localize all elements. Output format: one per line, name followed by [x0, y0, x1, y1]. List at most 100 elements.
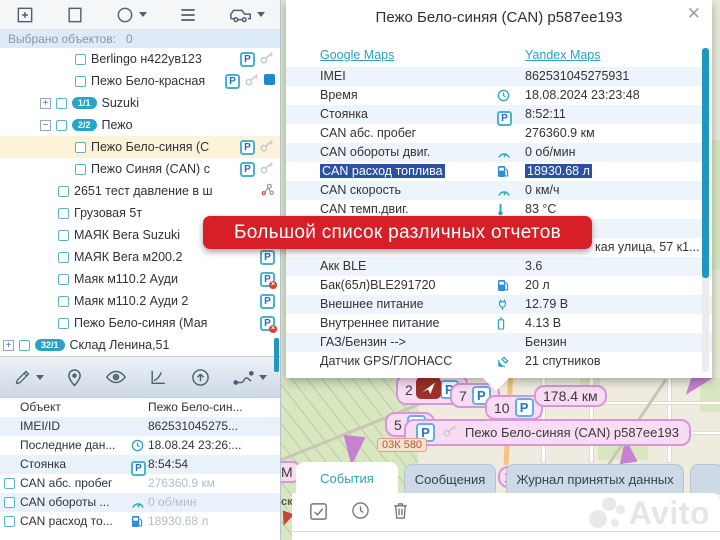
parking-icon: P	[240, 52, 255, 67]
parking-icon: P	[240, 140, 255, 155]
sensor-checkbox[interactable]	[4, 516, 15, 527]
add-object-icon[interactable]	[15, 5, 35, 25]
item-checkbox[interactable]	[58, 208, 69, 219]
tree-item[interactable]: МАЯК Вега м200.2 P	[0, 246, 280, 268]
location-icon[interactable]	[67, 368, 82, 387]
group-count-badge: 32/1	[35, 339, 65, 351]
detail-label: Последние дан...	[20, 436, 130, 455]
dropdown-caret-icon[interactable]	[259, 375, 267, 380]
item-checkbox[interactable]	[58, 318, 69, 329]
scrollbar-thumb[interactable]	[274, 338, 279, 372]
parking-icon: P	[260, 249, 275, 265]
marker-count: 178.4 км	[543, 388, 598, 404]
tree-item[interactable]: Пежо Синяя (CAN) сP	[0, 158, 280, 180]
vehicle-icon[interactable]	[229, 5, 265, 25]
tab-extra[interactable]	[690, 464, 720, 494]
tree-item[interactable]: Пежо Бело-синяя (СP	[0, 136, 280, 158]
app-screen: 2P7P10P178.4 км5PМ1PПежо Бело-синяя (CAN…	[0, 0, 720, 540]
tab-events[interactable]: События	[296, 462, 398, 494]
google-maps-link[interactable]: Google Maps	[320, 48, 394, 62]
expand-toggle-icon[interactable]: −	[40, 120, 51, 131]
shape-square-icon[interactable]	[65, 5, 85, 25]
key-icon	[259, 51, 275, 68]
tree-item-label: Пежо	[102, 118, 133, 132]
item-checkbox[interactable]	[56, 98, 67, 109]
item-status-icons: P	[240, 161, 275, 178]
tree-item[interactable]: Пежо Бело-синяя (МаяP×	[0, 312, 280, 334]
list-icon[interactable]	[177, 5, 199, 25]
tab-messages[interactable]: Сообщения	[404, 464, 496, 494]
item-checkbox[interactable]	[58, 274, 69, 285]
tree-item-label: МАЯК Вега м200.2	[74, 250, 182, 264]
param-label: CAN расход топлива	[320, 162, 492, 181]
tab-label: События	[320, 471, 374, 486]
item-status-icons: P	[260, 249, 275, 265]
scrollbar-thumb[interactable]	[702, 48, 709, 278]
tree-item[interactable]: Пежо Бело-краснаяP	[0, 70, 280, 92]
tree-item[interactable]: +32/1Склад Ленина,51	[0, 334, 280, 356]
edit-icon[interactable]	[13, 368, 44, 387]
item-checkbox[interactable]	[75, 142, 86, 153]
param-value: 8:52:11	[525, 105, 566, 124]
tree-item[interactable]: 2651 тест давление в ш	[0, 180, 280, 202]
item-checkbox[interactable]	[75, 164, 86, 175]
dropdown-caret-icon[interactable]	[36, 375, 44, 380]
item-checkbox[interactable]	[75, 54, 86, 65]
tree-item[interactable]: Маяк м110.2 АудиP×	[0, 268, 280, 290]
detail-value: 18.08.24 23:26:...	[148, 436, 241, 455]
route-icon[interactable]	[233, 368, 267, 386]
select-all-icon[interactable]	[308, 501, 329, 525]
dropdown-caret-icon[interactable]	[257, 12, 265, 17]
object-details: ОбъектПежо Бело-син...IMEI/ID86253104527…	[0, 398, 280, 531]
tree-item[interactable]: − 2/2 Пежо	[0, 114, 280, 136]
sensor-checkbox[interactable]	[4, 478, 15, 489]
group-count-badge: 2/2	[72, 119, 97, 131]
selection-bar: Выбрано объектов: 0	[0, 30, 280, 48]
param-value: 20 л	[525, 276, 550, 295]
export-icon[interactable]	[191, 368, 210, 387]
unit-info-popup: Пежо Бело-синяя (CAN) p587ee193 ✕ Google…	[286, 0, 712, 378]
item-checkbox[interactable]	[75, 76, 86, 87]
tree-item-label: Грузовая 5т	[74, 206, 142, 220]
objects-toolbar	[0, 0, 280, 30]
delete-icon[interactable]	[392, 501, 409, 525]
time-icon[interactable]	[351, 501, 370, 525]
close-icon[interactable]: ✕	[687, 5, 701, 22]
param-label: CAN обороты двиг.	[320, 143, 492, 162]
item-checkbox[interactable]	[56, 120, 67, 131]
parking-icon: P	[240, 51, 255, 67]
tree-item[interactable]: Berlingo н422ув123P	[0, 48, 280, 70]
scrollbar[interactable]	[702, 48, 709, 372]
popup-param-row: Время18.08.2024 23:23:48	[286, 86, 712, 105]
tab-data-log[interactable]: Журнал принятых данных	[506, 464, 684, 494]
tree-item[interactable]: +1/1Suzuki	[0, 92, 280, 114]
item-status-icons: P	[225, 73, 275, 90]
item-status-icons	[259, 182, 275, 200]
parking-icon: P	[497, 108, 515, 122]
expand-toggle-icon[interactable]: +	[3, 340, 14, 351]
item-status-icons: P×	[260, 315, 275, 331]
yandex-maps-link[interactable]: Yandex Maps	[525, 48, 601, 62]
item-checkbox[interactable]	[58, 296, 69, 307]
eye-icon[interactable]	[105, 369, 127, 385]
dropdown-caret-icon[interactable]	[139, 12, 147, 17]
sensor-checkbox[interactable]	[4, 497, 15, 508]
plug-icon	[497, 298, 515, 312]
chart-icon[interactable]	[149, 368, 168, 386]
expand-toggle-icon[interactable]: +	[40, 98, 51, 109]
tree-item[interactable]: Маяк м110.2 Ауди 2P	[0, 290, 280, 312]
param-label: Акк BLE	[320, 257, 492, 276]
popup-param-row: Внешнее питание12.79 В	[286, 295, 712, 314]
group-count-badge: 1/1	[72, 97, 97, 109]
parking-icon: P	[260, 250, 275, 265]
item-checkbox[interactable]	[58, 230, 69, 241]
item-checkbox[interactable]	[58, 252, 69, 263]
item-checkbox[interactable]	[58, 186, 69, 197]
item-checkbox[interactable]	[19, 340, 30, 351]
detail-row: СтоянкаP8:54:54	[0, 455, 280, 474]
vehicle-map-label[interactable]: PПежо Бело-синяя (CAN) p587ee193	[404, 419, 691, 446]
watermark-text: Avito	[629, 495, 710, 532]
shape-circle-icon[interactable]	[115, 5, 147, 25]
marker-count: 5	[394, 417, 402, 433]
map-marker-badge[interactable]: 178.4 км	[534, 385, 607, 407]
